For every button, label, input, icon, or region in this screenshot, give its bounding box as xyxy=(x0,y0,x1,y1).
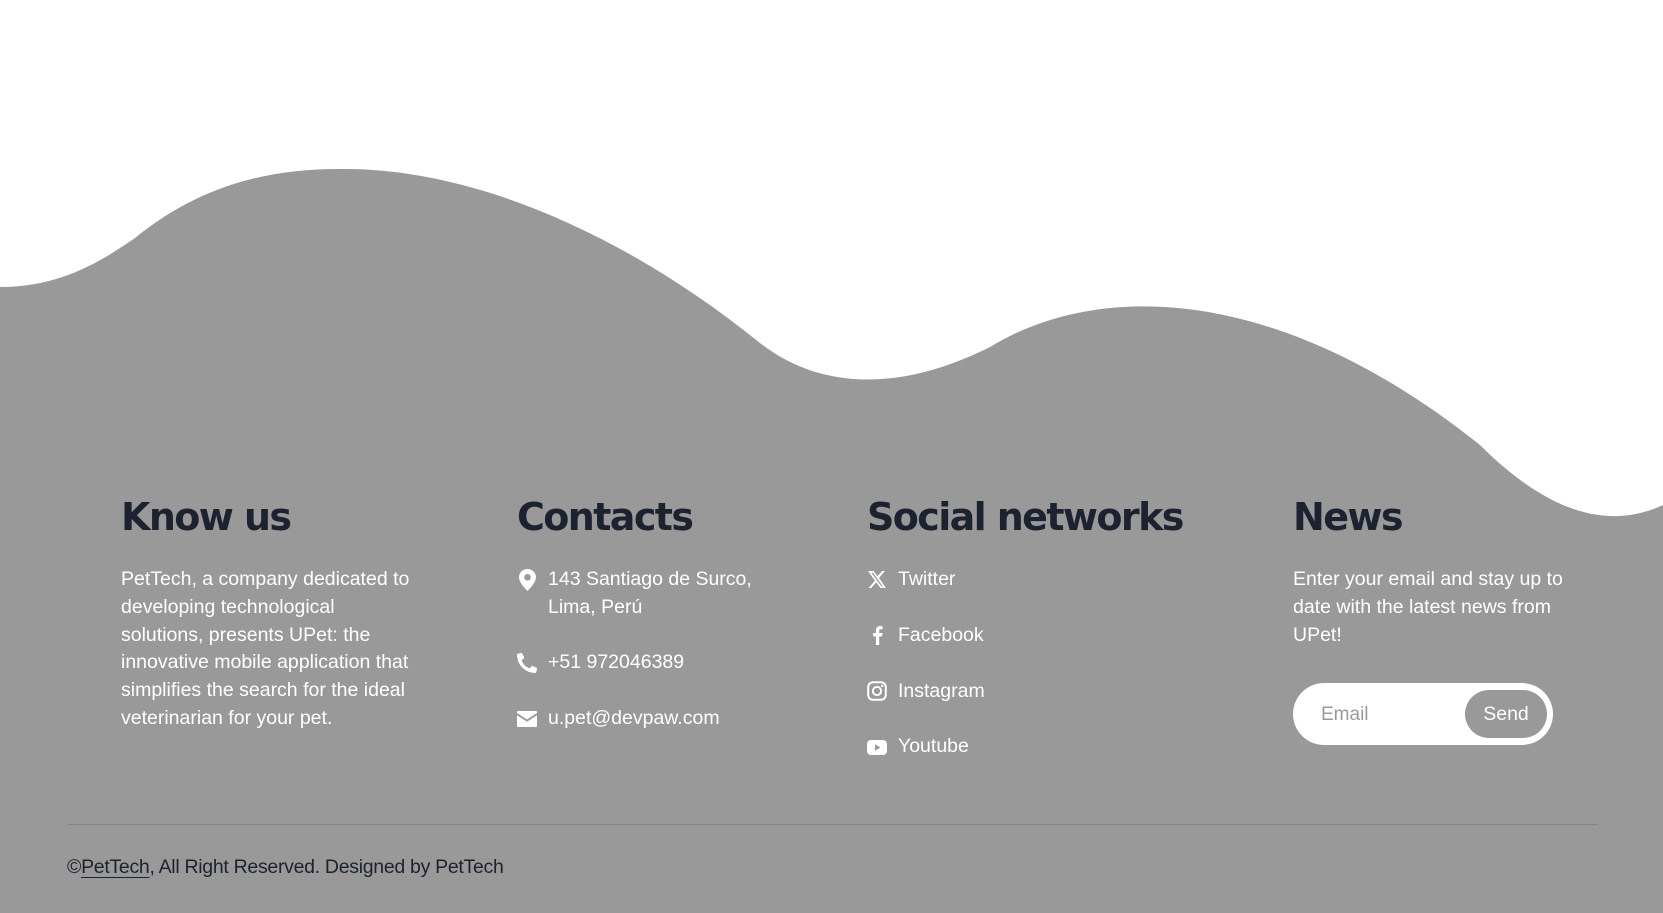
contact-phone-text[interactable]: +51 972046389 xyxy=(548,649,684,677)
news-section: News Enter your email and stay up to dat… xyxy=(1293,495,1583,746)
know-us-heading: Know us xyxy=(121,495,292,539)
social-link-youtube[interactable]: Youtube xyxy=(867,733,1247,761)
contacts-heading: Contacts xyxy=(517,495,694,539)
address-line-1: 143 Santiago de Surco, xyxy=(548,568,752,590)
social-link-instagram[interactable]: Instagram xyxy=(867,678,1247,706)
page: Know us PetTech, a company dedicated to … xyxy=(0,0,1663,913)
news-text: Enter your email and stay up to date wit… xyxy=(1293,568,1563,646)
phone-icon xyxy=(517,649,537,677)
send-button[interactable]: Send xyxy=(1465,690,1547,739)
footer-divider xyxy=(67,824,1598,825)
copyright-symbol: © xyxy=(67,856,82,878)
address-line-2: Lima, Perú xyxy=(548,595,643,618)
social-link-label[interactable]: Instagram xyxy=(898,678,985,706)
contact-address-text: 143 Santiago de Surco, Lima, Perú xyxy=(548,566,752,622)
x-twitter-icon xyxy=(867,566,887,594)
social-link-label[interactable]: Twitter xyxy=(898,566,955,594)
know-us-text: PetTech, a company dedicated to developi… xyxy=(121,568,410,729)
pettech-link[interactable]: PetTech xyxy=(81,856,150,878)
know-us-section: Know us PetTech, a company dedicated to … xyxy=(121,495,421,733)
copyright-rest: , All Right Reserved. Designed by PetTec… xyxy=(149,856,504,878)
social-list: Twitter Facebook Instagram Youtube xyxy=(867,566,1247,761)
youtube-icon xyxy=(867,733,887,761)
contact-address: 143 Santiago de Surco, Lima, Perú xyxy=(517,566,817,622)
social-link-label[interactable]: Youtube xyxy=(898,733,969,761)
social-networks-heading: Social networks xyxy=(867,495,1184,539)
social-link-twitter[interactable]: Twitter xyxy=(867,566,1247,594)
news-heading: News xyxy=(1293,495,1404,539)
instagram-icon xyxy=(867,678,887,706)
social-networks-section: Social networks Twitter Facebook Instagr… xyxy=(867,495,1247,789)
footer-wave-background xyxy=(0,168,1663,913)
email-input[interactable] xyxy=(1319,698,1463,733)
contact-email-text[interactable]: u.pet@devpaw.com xyxy=(548,705,720,733)
contacts-section: Contacts 143 Santiago de Surco, Lima, Pe… xyxy=(517,495,817,761)
social-link-label[interactable]: Facebook xyxy=(898,622,984,650)
contacts-list: 143 Santiago de Surco, Lima, Perú +51 97… xyxy=(517,566,817,733)
newsletter-form: Send xyxy=(1293,683,1553,746)
copyright-text: ©PetTech, All Right Reserved. Designed b… xyxy=(67,854,504,881)
contact-email[interactable]: u.pet@devpaw.com xyxy=(517,705,817,733)
contact-phone[interactable]: +51 972046389 xyxy=(517,649,817,677)
social-link-facebook[interactable]: Facebook xyxy=(867,622,1247,650)
envelope-icon xyxy=(517,705,537,733)
location-pin-icon xyxy=(517,566,537,594)
facebook-icon xyxy=(867,622,887,650)
